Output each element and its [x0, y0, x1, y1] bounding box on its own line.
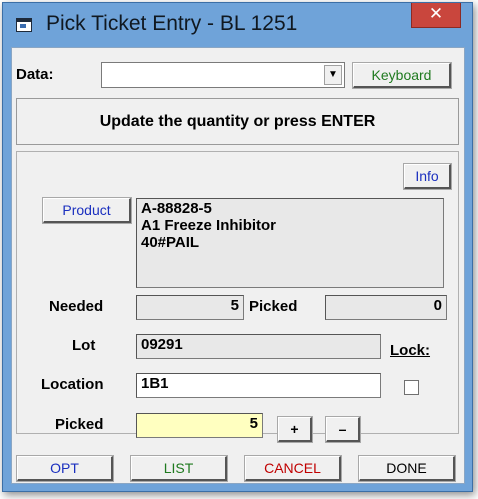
product-description: A-88828-5 A1 Freeze Inhibitor 40#PAIL — [136, 198, 444, 288]
app-window-icon — [16, 18, 32, 32]
product-code: A-88828-5 — [141, 200, 212, 217]
picked-qty-input[interactable]: 5 — [136, 413, 263, 438]
location-label: Location — [41, 376, 104, 393]
picked-qty-label: Picked — [55, 416, 104, 433]
lot-value: 09291 — [136, 334, 381, 359]
lock-label: Lock: — [390, 342, 431, 359]
needed-value: 5 — [136, 295, 244, 320]
data-label: Data: — [16, 66, 54, 83]
product-button[interactable]: Product — [42, 197, 132, 224]
picked-total-label: Picked — [249, 298, 298, 315]
product-package: 40#PAIL — [141, 234, 200, 251]
product-name: A1 Freeze Inhibitor — [141, 217, 277, 234]
pick-ticket-window: Pick Ticket Entry - BL 1251 ✕ Data: ▼ Ke… — [2, 2, 473, 492]
close-button[interactable]: ✕ — [411, 3, 461, 28]
chevron-down-icon[interactable]: ▼ — [324, 65, 342, 85]
window-title: Pick Ticket Entry - BL 1251 — [46, 12, 298, 35]
opt-button[interactable]: OPT — [16, 455, 114, 482]
needed-label: Needed — [49, 298, 104, 315]
location-input[interactable]: 1B1 — [136, 373, 381, 398]
picked-total-value: 0 — [325, 295, 447, 320]
cancel-button[interactable]: CANCEL — [244, 455, 342, 482]
data-combobox[interactable]: ▼ — [101, 62, 345, 88]
status-message: Update the quantity or press ENTER — [16, 98, 459, 145]
list-button[interactable]: LIST — [130, 455, 228, 482]
title-bar[interactable]: Pick Ticket Entry - BL 1251 ✕ — [3, 3, 472, 47]
keyboard-button[interactable]: Keyboard — [352, 62, 452, 89]
plus-button[interactable]: + — [277, 416, 313, 443]
minus-button[interactable]: – — [325, 416, 361, 443]
info-button[interactable]: Info — [403, 163, 452, 190]
lock-checkbox[interactable] — [404, 380, 419, 395]
form-body: Data: ▼ Keyboard Update the quantity or … — [11, 47, 465, 484]
lot-label: Lot — [72, 337, 96, 354]
done-button[interactable]: DONE — [358, 455, 456, 482]
